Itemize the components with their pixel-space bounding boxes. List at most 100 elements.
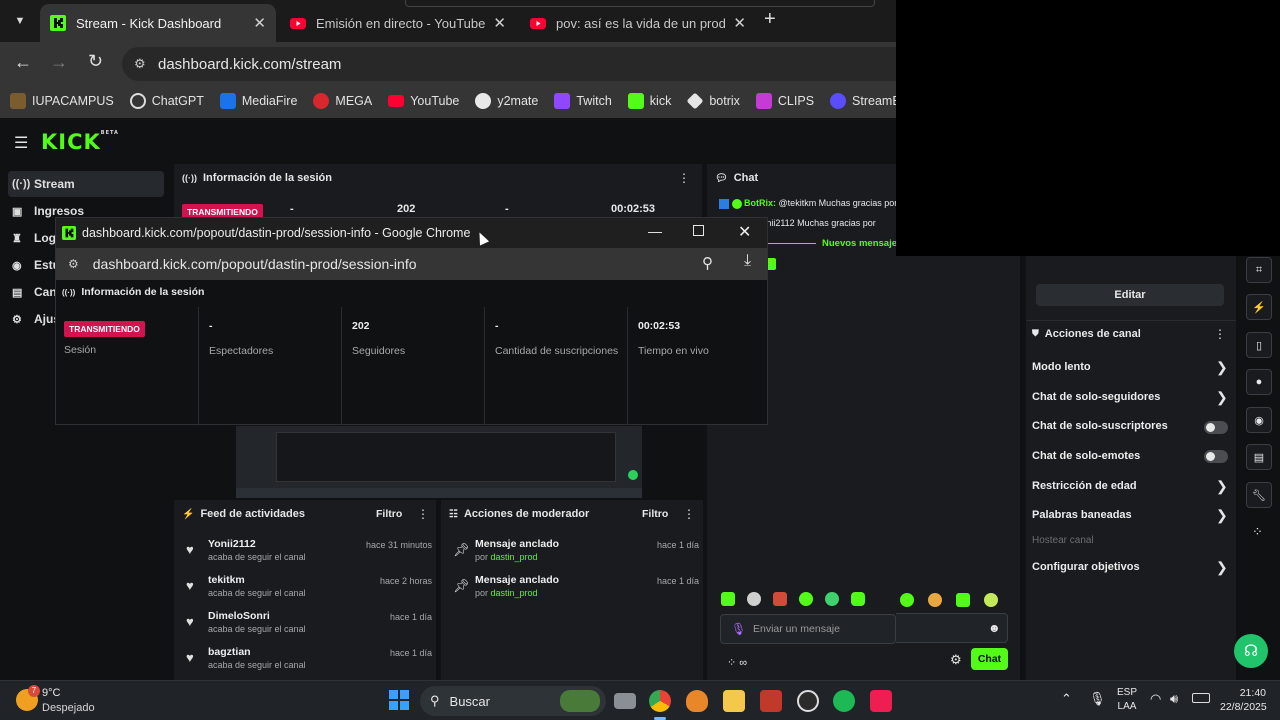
banned-words-row[interactable]: Palabras baneadas <box>1032 509 1132 521</box>
emote-icon[interactable] <box>851 592 865 606</box>
menu-icon[interactable]: ☰ <box>14 133 28 153</box>
emote-icon[interactable] <box>747 592 761 606</box>
bookmark-youtube[interactable]: YouTube <box>388 94 459 108</box>
panel-menu-icon[interactable]: ⋮ <box>417 507 429 521</box>
emoji-picker-icon[interactable]: ☻ <box>988 621 1001 635</box>
wifi-icon[interactable]: ◠ <box>1150 691 1161 707</box>
kick-logo[interactable]: KICKBETA <box>41 130 119 154</box>
slow-mode-row[interactable]: Modo lento <box>1032 361 1091 373</box>
panel-menu-icon[interactable]: ⋮ <box>678 171 690 185</box>
maximize-icon[interactable] <box>693 225 704 236</box>
emote-icon[interactable] <box>928 593 942 607</box>
language-indicator[interactable]: ESP LAA <box>1117 686 1137 714</box>
chevron-right-icon[interactable]: ❯ <box>1216 389 1228 406</box>
bookmark-mega[interactable]: MEGA <box>313 93 372 109</box>
support-chat-icon[interactable]: ☊ <box>1234 634 1268 668</box>
send-chat-button[interactable]: Chat <box>971 648 1008 670</box>
emote-icon[interactable] <box>825 592 839 606</box>
address-bar[interactable]: ⚙ dashboard.kick.com/stream <box>122 47 896 81</box>
zoom-icon[interactable]: ⚲ <box>702 254 713 272</box>
microphone-icon[interactable]: 🎙︎ <box>731 622 746 636</box>
bookmark-twitch[interactable]: Twitch <box>554 93 612 109</box>
chevron-right-icon[interactable]: ❯ <box>1216 507 1228 524</box>
chat-settings-icon[interactable]: ⚙ <box>950 652 962 668</box>
chevron-right-icon[interactable]: ❯ <box>1216 559 1228 576</box>
bookmark-iupacampus[interactable]: IUPACAMPUS <box>10 93 114 109</box>
taskbar-search[interactable]: ⚲ Buscar <box>420 686 606 716</box>
tab-youtube-video[interactable]: pov: así es la vida de un productor ✕ <box>520 4 756 42</box>
sidebar-item-ingresos[interactable]: ▣ Ingresos <box>12 204 84 218</box>
bookmark-botrix[interactable]: botrix <box>686 92 740 110</box>
chevron-right-icon[interactable]: ❯ <box>1216 359 1228 376</box>
site-info-icon[interactable]: ⚙ <box>68 257 79 271</box>
volume-icon[interactable]: 🔊︎ <box>1170 691 1178 707</box>
subs-only-toggle[interactable] <box>1204 421 1228 434</box>
back-icon[interactable]: ← <box>14 52 32 73</box>
weather-widget[interactable]: 7 9°C Despejado <box>14 685 124 717</box>
reload-icon[interactable]: ↻ <box>88 51 103 72</box>
file-explorer-icon[interactable] <box>723 690 745 712</box>
users-icon[interactable]: ⁘ <box>727 657 736 669</box>
clock[interactable]: 21:40 22/8/2025 <box>1220 686 1267 714</box>
app-grid-icon[interactable] <box>760 690 782 712</box>
task-view-icon[interactable] <box>614 693 636 709</box>
infinity-icon[interactable]: ∞ <box>739 657 747 669</box>
broadcast-icon[interactable]: ◉ <box>1246 407 1272 433</box>
sidebar-item-stream[interactable]: ((·)) Stream <box>12 177 75 191</box>
emote-icon[interactable] <box>773 592 787 606</box>
site-info-icon[interactable]: ⚙ <box>134 56 146 72</box>
emote-icon[interactable] <box>721 592 735 606</box>
crop-icon[interactable]: ⌗ <box>1246 257 1272 283</box>
layout-icon[interactable]: ▤ <box>1246 444 1272 470</box>
followers-only-row[interactable]: Chat de solo-seguidores <box>1032 391 1160 403</box>
stream-preview[interactable] <box>236 426 642 498</box>
lightning-icon[interactable]: ⚡ <box>1246 294 1272 320</box>
bookmark-y2mate[interactable]: y2mate <box>475 93 538 109</box>
chat-input[interactable]: 🎙︎ Enviar un mensaje <box>720 614 896 644</box>
bookmark-kick[interactable]: kick <box>627 93 671 109</box>
document-icon[interactable]: ▯ <box>1246 332 1272 358</box>
bookmark-chatgpt[interactable]: ChatGPT <box>129 93 204 109</box>
chevron-right-icon[interactable]: ❯ <box>1216 478 1228 495</box>
mod-filter-button[interactable]: Filtro <box>642 508 668 520</box>
close-tab-icon[interactable]: ✕ <box>253 14 266 32</box>
windows-start-icon[interactable] <box>389 690 409 710</box>
emotes-only-toggle[interactable] <box>1204 450 1228 463</box>
close-tab-icon[interactable]: ✕ <box>493 14 506 32</box>
feed-filter-button[interactable]: Filtro <box>376 508 402 520</box>
bookmark-clips[interactable]: CLIPS <box>755 93 814 109</box>
chat-input-extension[interactable]: ☻ <box>896 613 1008 643</box>
popout-title-bar[interactable]: dashboard.kick.com/popout/dastin-prod/se… <box>56 218 767 248</box>
emote-icon[interactable] <box>956 593 970 607</box>
chat-bubble-icon[interactable]: ● <box>1246 369 1272 395</box>
emote-icon[interactable] <box>900 593 914 607</box>
microphone-icon[interactable]: 🎙︎ <box>1089 691 1106 707</box>
new-tab-button[interactable]: + <box>764 8 776 31</box>
wrench-icon[interactable]: 🔧︎ <box>1246 482 1272 508</box>
obs-icon[interactable] <box>797 690 819 712</box>
battery-icon[interactable] <box>1192 693 1210 703</box>
fl-studio-icon[interactable] <box>686 690 708 712</box>
chrome-icon[interactable] <box>649 690 671 712</box>
minimize-icon[interactable]: — <box>648 223 662 239</box>
bookmark-mediafire[interactable]: MediaFire <box>219 93 297 109</box>
download-icon[interactable]: ⤓ <box>744 252 751 270</box>
tab-stream-kick[interactable]: Stream - Kick Dashboard ✕ <box>40 4 276 42</box>
age-restriction-row[interactable]: Restricción de edad <box>1032 480 1137 492</box>
panel-menu-icon[interactable]: ⋮ <box>1214 327 1226 341</box>
emote-icon[interactable] <box>984 593 998 607</box>
forward-icon[interactable]: → <box>50 52 68 73</box>
tray-chevron-up-icon[interactable]: ⌃ <box>1061 691 1072 707</box>
bookmark-streamelements[interactable]: StreamElements <box>830 93 896 109</box>
edit-button[interactable]: Editar <box>1036 284 1224 306</box>
emote-icon[interactable] <box>799 592 813 606</box>
popout-address-bar[interactable]: ⚙ dashboard.kick.com/popout/dastin-prod/… <box>56 248 767 280</box>
goals-row[interactable]: Configurar objetivos <box>1032 561 1140 573</box>
close-tab-icon[interactable]: ✕ <box>733 14 746 32</box>
close-window-icon[interactable]: ✕ <box>738 222 751 242</box>
connections-icon[interactable]: ⁘ <box>1252 524 1263 540</box>
tab-youtube-studio[interactable]: Emisión en directo - YouTube Studio ✕ <box>280 4 516 42</box>
tiktok-icon[interactable] <box>870 690 892 712</box>
spotify-icon[interactable] <box>833 690 855 712</box>
tab-list-dropdown-icon[interactable]: ▼ <box>10 11 30 31</box>
